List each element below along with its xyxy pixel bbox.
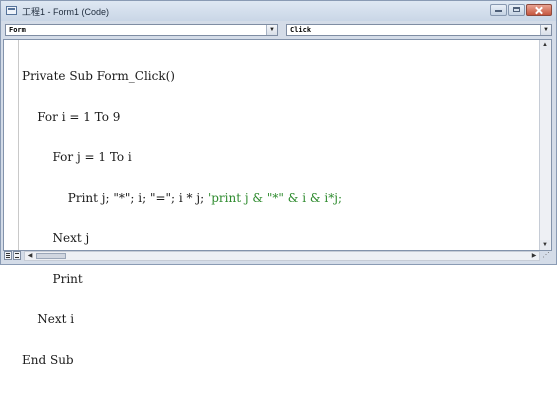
code-statement[interactable]: Print j; "*"; i; "="; i * j; xyxy=(22,191,208,205)
window-title: 工程1 - Form1 (Code) xyxy=(22,7,110,17)
code-editor[interactable]: Private Sub Form_Click() For i = 1 To 9 … xyxy=(3,39,552,366)
combo-toolbar: Form ▼ Click ▼ xyxy=(3,22,554,39)
margin-indicator-bar[interactable] xyxy=(4,40,19,250)
scroll-down-icon[interactable]: ▼ xyxy=(540,240,550,250)
maximize-button[interactable] xyxy=(508,4,525,16)
chevron-down-icon[interactable]: ▼ xyxy=(266,25,277,35)
scroll-thumb[interactable] xyxy=(36,253,66,259)
code-line[interactable]: Print xyxy=(22,272,537,287)
code-line[interactable]: Next j xyxy=(22,231,537,246)
code-line[interactable]: Private Sub Form_Click() xyxy=(22,69,537,84)
scroll-left-icon[interactable]: ◀ xyxy=(25,252,35,260)
object-dropdown-value: Form xyxy=(9,26,26,34)
code-window-icon xyxy=(6,6,17,15)
code-line[interactable]: For j = 1 To i xyxy=(22,150,537,165)
object-dropdown[interactable]: Form ▼ xyxy=(5,24,278,36)
resize-grip-icon[interactable]: ⋰ xyxy=(541,251,551,261)
full-module-view-button[interactable] xyxy=(13,251,21,260)
chevron-down-icon[interactable]: ▼ xyxy=(540,25,551,35)
bottom-bar: ◀ ▶ ⋰ xyxy=(3,251,552,262)
procedure-dropdown[interactable]: Click ▼ xyxy=(286,24,552,36)
code-window: 工程1 - Form1 (Code) Form ▼ Click ▼ Privat… xyxy=(0,0,557,366)
code-line[interactable]: Print j; "*"; i; "="; i * j; 'print j & … xyxy=(22,191,537,206)
code-line[interactable]: Next i xyxy=(22,312,537,327)
code-comment[interactable]: 'print j & "*" & i & i*j; xyxy=(208,191,342,205)
vertical-scrollbar[interactable]: ▲ ▼ xyxy=(539,40,551,250)
code-line[interactable]: For i = 1 To 9 xyxy=(22,110,537,125)
scroll-right-icon[interactable]: ▶ xyxy=(529,252,539,260)
scroll-up-icon[interactable]: ▲ xyxy=(540,40,550,50)
code-line[interactable]: End Sub xyxy=(22,353,537,368)
procedure-dropdown-value: Click xyxy=(290,26,312,34)
window-controls xyxy=(490,4,552,16)
minimize-button[interactable] xyxy=(490,4,507,16)
procedure-view-button[interactable] xyxy=(4,251,12,260)
close-button[interactable] xyxy=(526,4,552,16)
horizontal-scrollbar[interactable]: ◀ ▶ xyxy=(24,251,540,261)
title-bar[interactable]: 工程1 - Form1 (Code) xyxy=(1,1,556,21)
code-text[interactable]: Private Sub Form_Click() For i = 1 To 9 … xyxy=(22,43,537,366)
